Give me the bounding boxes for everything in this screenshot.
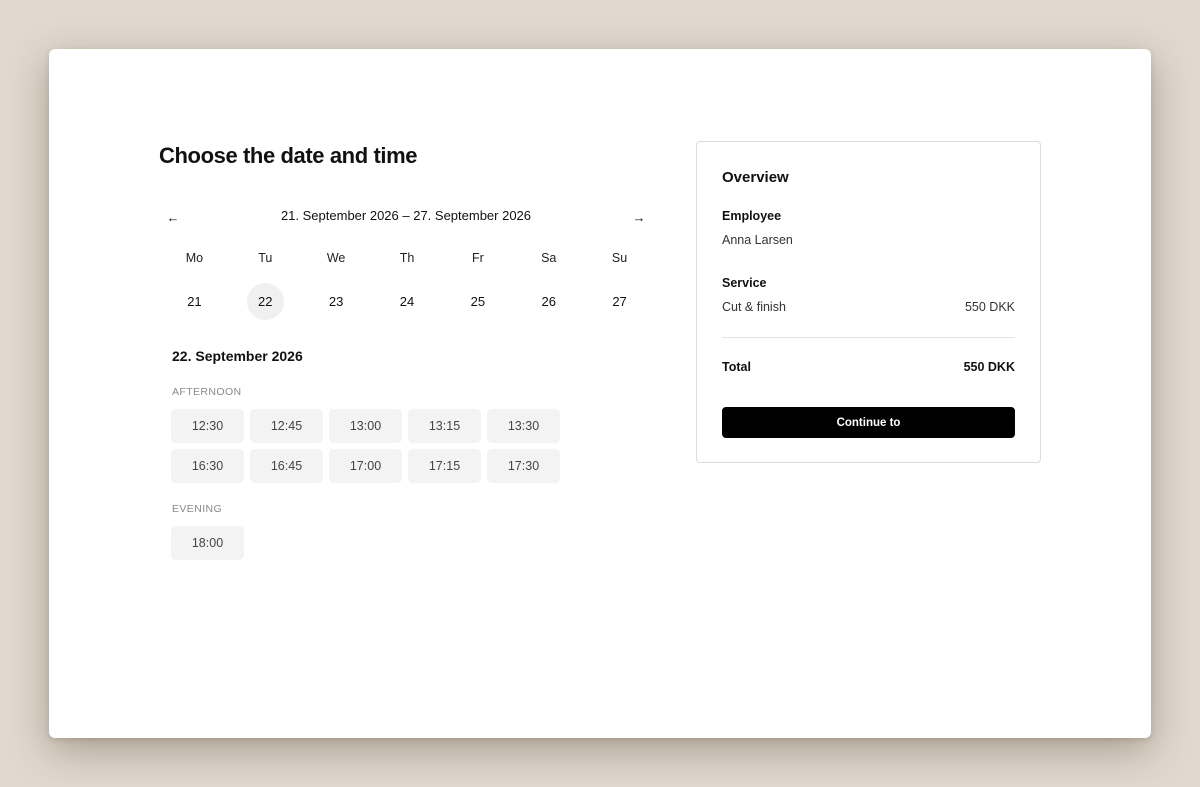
date-cell: 23 [301,279,372,323]
evening-slots: 18:00 [171,526,560,560]
overview-panel: Overview Employee Anna Larsen Service Cu… [696,141,1041,463]
timeslot-button[interactable]: 13:00 [329,409,402,443]
timeslot-button[interactable]: 13:30 [487,409,560,443]
timeslot-button[interactable]: 16:30 [171,449,244,483]
total-label: Total [722,360,751,374]
weekday-label: Mo [185,251,204,265]
booking-card: Choose the date and time ← 21. September… [49,49,1151,738]
weekday-label: Su [611,251,628,265]
date-cell: 22 [230,279,301,323]
timeslot-button[interactable]: 17:30 [487,449,560,483]
total-value: 550 DKK [963,360,1015,374]
date-button-selected[interactable]: 22 [246,282,284,320]
week-days: Mo Tu We Th Fr Sa Su 21 22 23 24 25 26 2… [159,245,655,323]
date-cell: 24 [372,279,443,323]
service-label: Service [722,276,767,290]
week-range: 21. September 2026 – 27. September 2026 [280,208,532,223]
afternoon-label: AFTERNOON [172,386,242,398]
divider [722,337,1015,338]
evening-label: EVENING [172,503,223,515]
employee-label: Employee [722,209,782,223]
date-button[interactable]: 21 [176,283,213,320]
timeslot-button[interactable]: 13:15 [408,409,481,443]
week-navigator: ← 21. September 2026 – 27. September 202… [159,204,653,230]
service-price: 550 DKK [964,300,1015,314]
date-cell: 27 [584,279,655,323]
timeslot-button[interactable]: 17:00 [329,449,402,483]
date-cell: 25 [442,279,513,323]
date-button[interactable]: 25 [459,283,496,320]
employee-name: Anna Larsen [722,233,793,247]
weekday-label: Fr [471,251,484,265]
arrow-right-icon[interactable]: → [625,204,653,230]
date-button[interactable]: 27 [601,283,638,320]
date-button[interactable]: 26 [530,283,567,320]
continue-button[interactable]: Continue to [722,407,1015,438]
date-cell: 26 [513,279,584,323]
afternoon-slots: 12:30 12:45 13:00 13:15 13:30 16:30 16:4… [171,409,560,483]
weekday-label: Th [399,251,415,265]
page-title: Choose the date and time [159,143,418,168]
timeslot-button[interactable]: 16:45 [250,449,323,483]
timeslot-button[interactable]: 17:15 [408,449,481,483]
timeslot-button[interactable]: 12:30 [171,409,244,443]
timeslot-button[interactable]: 18:00 [171,526,244,560]
date-cell: 21 [159,279,230,323]
date-button[interactable]: 23 [318,283,355,320]
weekday-label: We [326,251,346,265]
service-name: Cut & finish [722,300,786,314]
overview-title: Overview [722,169,789,186]
weekday-label: Sa [541,251,557,265]
selected-date-heading: 22. September 2026 [172,348,303,364]
weekday-label: Tu [258,251,273,265]
date-button[interactable]: 24 [388,283,425,320]
timeslot-button[interactable]: 12:45 [250,409,323,443]
